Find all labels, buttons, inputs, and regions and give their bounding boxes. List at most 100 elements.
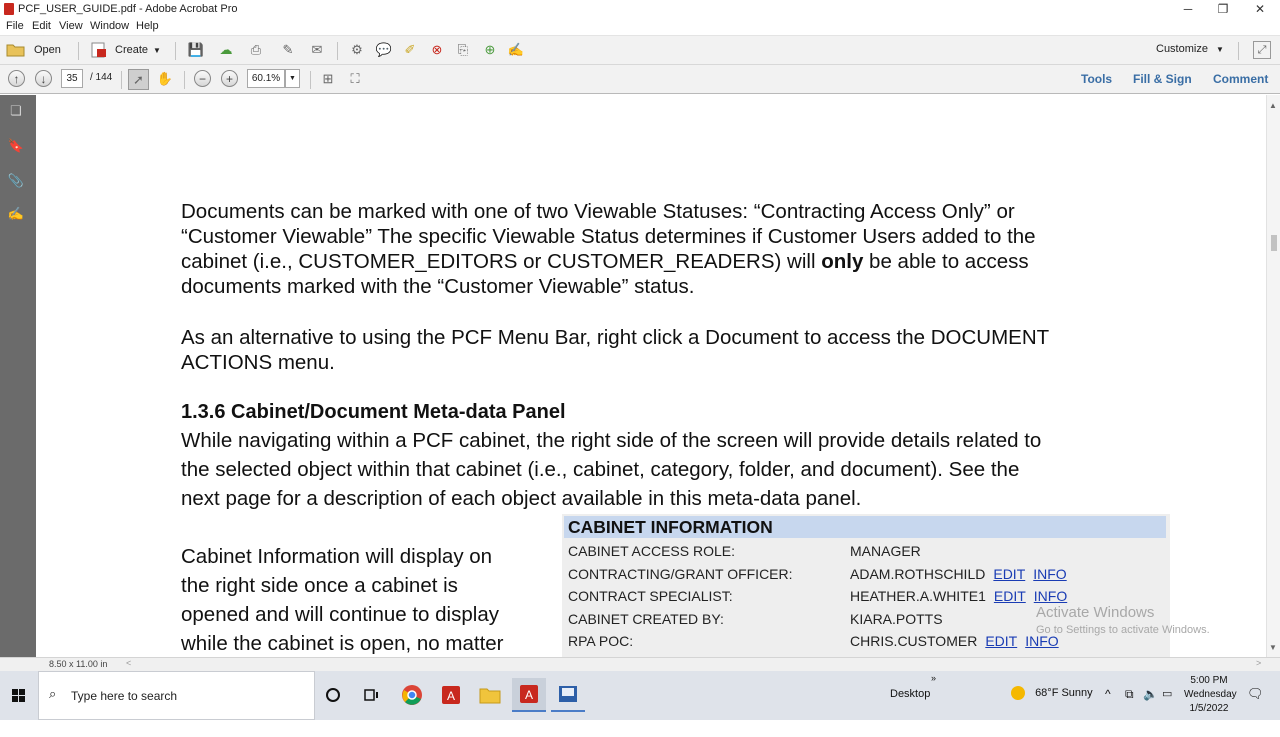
sign-icon[interactable]: ✍ xyxy=(507,41,525,59)
cabinet-row-value: KIARA.POTTS xyxy=(850,611,943,627)
start-button[interactable] xyxy=(0,671,38,720)
window-title: PCF_USER_GUIDE.pdf - Adobe Acrobat Pro xyxy=(18,3,238,15)
windows-logo-icon xyxy=(12,689,25,702)
chevron-right-icon[interactable]: » xyxy=(931,673,936,722)
acrobat-icon[interactable]: A xyxy=(434,679,468,711)
fill-sign-link[interactable]: Fill & Sign xyxy=(1133,72,1192,86)
menu-bar: File Edit View Window Help xyxy=(0,18,1280,35)
document-view: Documents can be marked with one of two … xyxy=(36,95,1266,657)
svg-text:A: A xyxy=(525,688,533,702)
create-pdf-icon xyxy=(91,42,106,58)
signature-icon[interactable]: ✍ xyxy=(7,205,25,223)
paragraph-meta-data-panel: While navigating within a PCF cabinet, t… xyxy=(181,429,1042,510)
edit-icon[interactable]: ✎ xyxy=(279,41,297,59)
menu-help[interactable]: Help xyxy=(136,20,159,32)
svg-text:A: A xyxy=(447,689,455,703)
vertical-scrollbar[interactable]: ▲ ▼ xyxy=(1266,95,1280,657)
save-icon[interactable]: 💾 xyxy=(187,41,205,59)
scroll-down-icon[interactable]: ▼ xyxy=(1269,643,1277,652)
speaker-icon[interactable]: 🔈 xyxy=(1143,687,1158,736)
main-toolbar: Open Create ▼ 💾 ☁ ⎙ ✎ ✉ ⚙ 💬 ✐ ⊗ ⎘ ⊕ ✍ Cu… xyxy=(0,35,1280,65)
cabinet-row-label: CONTRACTING/GRANT OFFICER: xyxy=(568,566,793,582)
paragraph-cabinet-information: Cabinet Information will display on the … xyxy=(181,545,504,655)
app-window-icon[interactable] xyxy=(551,678,585,712)
chevron-up-icon[interactable]: ^ xyxy=(1105,687,1111,736)
sun-icon xyxy=(1011,686,1025,700)
page-size-label: 8.50 x 11.00 in xyxy=(49,659,108,669)
zoom-in-icon[interactable]: + xyxy=(221,70,238,87)
fullscreen-icon[interactable]: ⛶ xyxy=(346,70,364,88)
scroll-right-icon[interactable]: > xyxy=(1256,658,1261,668)
menu-view[interactable]: View xyxy=(59,20,83,32)
expand-icon[interactable]: ⤢ xyxy=(1253,41,1271,59)
create-button[interactable]: Create ▼ xyxy=(89,41,161,59)
navigation-toolbar: ↑ ↓ 35 / 144 ➚ ✋ − + 60.1% ▼ ⊞ ⛶ Tools F… xyxy=(0,65,1280,94)
next-page-icon[interactable]: ↓ xyxy=(35,70,52,87)
search-icon: ⌕ xyxy=(49,686,57,701)
scroll-up-icon[interactable]: ▲ xyxy=(1269,101,1277,110)
windows-taskbar: ⌕ Type here to search A A Desktop » 68°F… xyxy=(0,671,1280,720)
chevron-down-icon: ▼ xyxy=(1215,44,1224,54)
close-button[interactable]: ✕ xyxy=(1242,0,1278,18)
cabinet-row-value: HEATHER.A.WHITE1 EDIT INFO xyxy=(850,588,1068,604)
info-link[interactable]: INFO xyxy=(1033,566,1066,582)
device-icon[interactable]: ⧉ xyxy=(1125,687,1134,736)
taskbar-search-box[interactable]: ⌕ Type here to search xyxy=(38,671,315,720)
email-icon[interactable]: ✉ xyxy=(308,41,326,59)
hand-tool-icon[interactable]: ✋ xyxy=(156,70,174,88)
file-explorer-icon[interactable] xyxy=(473,679,507,711)
network-icon[interactable]: ▭ xyxy=(1162,687,1172,736)
clock[interactable]: 5:00 PM Wednesday 1/5/2022 xyxy=(1184,674,1237,723)
previous-page-icon[interactable]: ↑ xyxy=(8,70,25,87)
comment-link[interactable]: Comment xyxy=(1213,72,1268,86)
menu-window[interactable]: Window xyxy=(90,20,129,32)
cortana-icon[interactable] xyxy=(316,679,350,711)
comment-bubble-icon[interactable]: 💬 xyxy=(375,41,393,59)
activate-windows-title: Activate Windows xyxy=(1036,604,1155,621)
edit-link[interactable]: EDIT xyxy=(993,566,1025,582)
acrobat-pro-active-icon[interactable]: A xyxy=(512,678,546,712)
folder-icon xyxy=(6,44,25,57)
weather-widget[interactable]: 68°F Sunny xyxy=(1010,685,1093,734)
cabinet-row-value: CHRIS.CUSTOMER EDIT INFO xyxy=(850,633,1059,649)
delete-page-icon[interactable]: ⊗ xyxy=(428,41,446,59)
zoom-out-icon[interactable]: − xyxy=(194,70,211,87)
minimize-button[interactable]: ─ xyxy=(1170,0,1206,18)
scrollbar-thumb[interactable] xyxy=(1271,235,1277,251)
tools-link[interactable]: Tools xyxy=(1081,72,1112,86)
menu-edit[interactable]: Edit xyxy=(32,20,51,32)
zoom-input[interactable]: 60.1% xyxy=(247,69,285,88)
highlight-icon[interactable]: ✐ xyxy=(401,41,419,59)
info-link[interactable]: INFO xyxy=(1034,588,1067,604)
open-button[interactable]: Open xyxy=(6,41,61,59)
gear-icon[interactable]: ⚙ xyxy=(348,41,366,59)
cabinet-row-label: RPA POC: xyxy=(568,633,634,649)
customize-button[interactable]: Customize ▼ xyxy=(1156,43,1224,55)
scroll-left-icon[interactable]: < xyxy=(126,658,131,668)
restore-button[interactable]: ❐ xyxy=(1205,0,1241,18)
fit-page-icon[interactable]: ⊞ xyxy=(319,70,337,88)
chrome-icon[interactable] xyxy=(395,679,429,711)
bookmark-icon[interactable]: 🔖 xyxy=(7,137,25,155)
cabinet-row-label: CABINET CREATED BY: xyxy=(568,611,724,627)
cabinet-information-title: CABINET INFORMATION xyxy=(564,516,1166,538)
extract-page-icon[interactable]: ⎘ xyxy=(454,41,472,59)
page-thumbnails-icon[interactable]: ❏ xyxy=(7,102,25,120)
insert-page-icon[interactable]: ⊕ xyxy=(481,41,499,59)
cabinet-row-value: ADAM.ROTHSCHILD EDIT INFO xyxy=(850,566,1067,582)
notification-icon[interactable]: 🗨 xyxy=(1247,686,1264,735)
edit-link[interactable]: EDIT xyxy=(994,588,1026,604)
edit-link[interactable]: EDIT xyxy=(985,633,1017,649)
task-view-icon[interactable] xyxy=(354,679,388,711)
attachment-icon[interactable]: 📎 xyxy=(7,172,25,190)
section-heading: 1.3.6 Cabinet/Document Meta-data Panel xyxy=(181,401,566,423)
page-number-input[interactable]: 35 xyxy=(61,69,83,88)
menu-file[interactable]: File xyxy=(6,20,24,32)
status-bar: 8.50 x 11.00 in < > xyxy=(0,657,1280,671)
desktop-toolbar-label[interactable]: Desktop xyxy=(890,688,930,737)
print-icon[interactable]: ⎙ xyxy=(247,41,265,59)
zoom-dropdown-icon[interactable]: ▼ xyxy=(285,69,300,88)
upload-cloud-icon[interactable]: ☁ xyxy=(217,41,235,59)
select-tool-icon[interactable]: ➚ xyxy=(128,69,149,90)
paragraph-viewable-statuses: Documents can be marked with one of two … xyxy=(181,200,1036,298)
